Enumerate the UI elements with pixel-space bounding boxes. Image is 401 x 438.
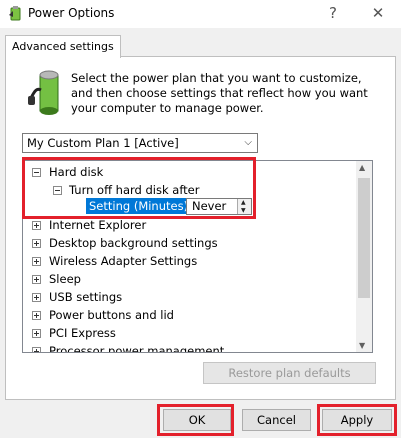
title-bar: Power Options ? ✕ xyxy=(0,0,401,28)
tree-item-sleep[interactable]: Sleep xyxy=(23,270,353,288)
power-plan-value: My Custom Plan 1 [Active] xyxy=(27,136,179,150)
minutes-value: Never xyxy=(192,199,227,213)
tree-item-label: Sleep xyxy=(49,272,81,286)
tab-advanced-settings[interactable]: Advanced settings xyxy=(5,35,121,58)
scroll-down-icon[interactable]: ▼ xyxy=(359,341,365,350)
window-title: Power Options xyxy=(28,6,115,20)
spin-down-icon[interactable]: ▼ xyxy=(241,207,246,214)
help-button[interactable]: ? xyxy=(318,1,348,25)
tree-item-turn-off-hard-disk[interactable]: Turn off hard disk after xyxy=(23,181,273,199)
expand-icon[interactable] xyxy=(32,347,41,352)
expand-icon[interactable] xyxy=(32,239,41,248)
tree-item-label: Power buttons and lid xyxy=(49,308,174,322)
tree-item-label: Desktop background settings xyxy=(49,236,218,250)
spin-up-icon[interactable]: ▲ xyxy=(241,199,246,206)
expand-icon[interactable] xyxy=(32,257,41,266)
setting-minutes-label: Setting (Minutes): xyxy=(86,198,195,214)
settings-tree[interactable]: Hard disk Turn off hard disk after Setti… xyxy=(22,160,373,353)
tree-item-usb-settings[interactable]: USB settings xyxy=(23,288,353,306)
tree-item-label: Wireless Adapter Settings xyxy=(49,254,198,268)
tree-item-power-buttons[interactable]: Power buttons and lid xyxy=(23,306,353,324)
power-plan-dropdown[interactable]: My Custom Plan 1 [Active] ⌵ xyxy=(22,133,258,153)
collapse-icon[interactable] xyxy=(53,186,62,195)
intro-text: Select the power plan that you want to c… xyxy=(71,71,368,115)
cancel-button[interactable]: Cancel xyxy=(242,409,311,431)
close-button[interactable]: ✕ xyxy=(363,1,393,25)
tree-item-label: Turn off hard disk after xyxy=(69,183,200,197)
tree-item-pci-express[interactable]: PCI Express xyxy=(23,324,353,342)
ok-button[interactable]: OK xyxy=(163,409,231,431)
tree-item-internet-explorer[interactable]: Internet Explorer xyxy=(23,216,353,234)
expand-icon[interactable] xyxy=(32,311,41,320)
power-options-icon xyxy=(9,6,21,21)
collapse-icon[interactable] xyxy=(32,168,41,177)
tree-item-processor-power[interactable]: Processor power management xyxy=(23,342,353,353)
scroll-thumb[interactable] xyxy=(358,178,370,298)
tree-item-label: PCI Express xyxy=(49,326,116,340)
expand-icon[interactable] xyxy=(32,329,41,338)
apply-button[interactable]: Apply xyxy=(322,409,392,431)
restore-defaults-button[interactable]: Restore plan defaults xyxy=(203,362,376,384)
expand-icon[interactable] xyxy=(32,293,41,302)
tree-item-wireless-adapter[interactable]: Wireless Adapter Settings xyxy=(23,252,353,270)
tree-item-setting-minutes[interactable]: Setting (Minutes): Never ▲ ▼ xyxy=(23,198,263,216)
scroll-up-icon[interactable]: ▲ xyxy=(359,163,365,172)
tree-scrollbar[interactable]: ▲ ▼ xyxy=(356,161,372,352)
expand-icon[interactable] xyxy=(32,275,41,284)
tree-item-label: Internet Explorer xyxy=(49,218,147,232)
expand-icon[interactable] xyxy=(32,221,41,230)
tree-item-label: USB settings xyxy=(49,290,123,304)
battery-icon xyxy=(28,70,59,115)
tree-item-hard-disk[interactable]: Hard disk xyxy=(23,163,273,181)
tree-item-desktop-background[interactable]: Desktop background settings xyxy=(23,234,353,252)
chevron-down-icon: ⌵ xyxy=(244,137,252,148)
tree-item-label: Hard disk xyxy=(49,165,104,179)
minutes-spinbox[interactable]: Never ▲ ▼ xyxy=(186,198,252,215)
tree-item-label: Processor power management xyxy=(49,344,225,353)
